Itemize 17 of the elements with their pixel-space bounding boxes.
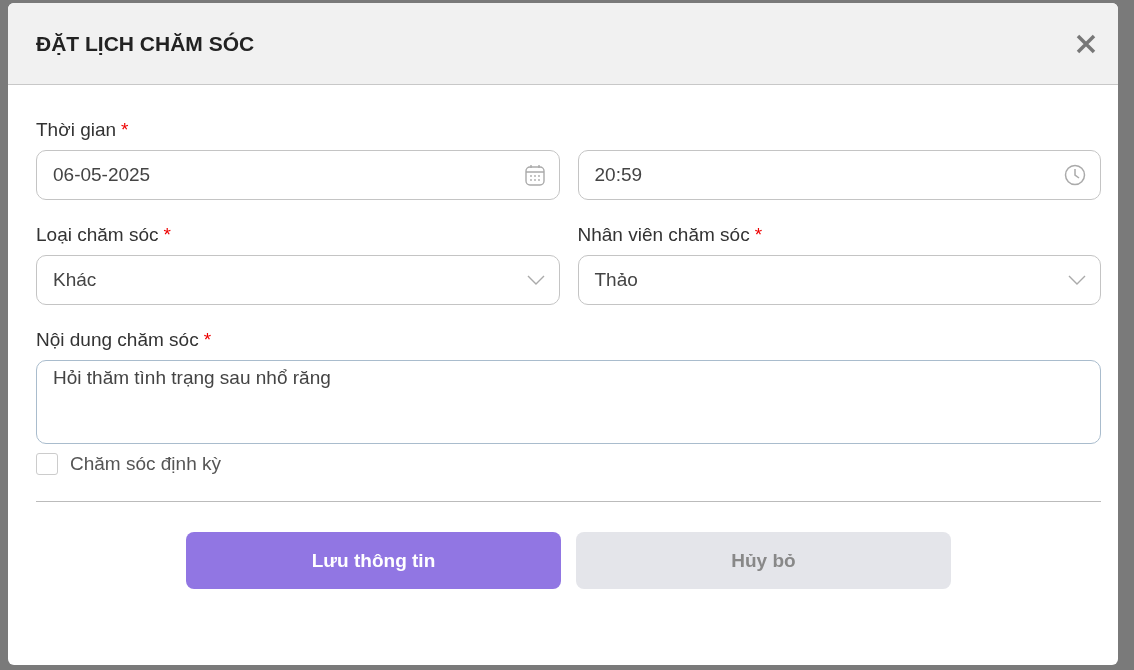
calendar-icon (524, 164, 545, 186)
dialog-title: ĐẶT LỊCH CHĂM SÓC (36, 31, 255, 56)
clock-icon (1064, 164, 1086, 186)
field-label: Nhân viên chăm sóc * (577, 224, 764, 246)
save-button[interactable]: Lưu thông tin (186, 532, 561, 589)
field-label: Nội dung chăm sóc * (36, 329, 213, 351)
chevron-down-icon (1068, 275, 1086, 285)
chevron-down-icon (526, 275, 545, 285)
time-field[interactable]: 20:59 (577, 150, 1101, 200)
text-area[interactable]: Hỏi thăm tình trạng sau nhổ răng (36, 360, 1101, 444)
field-label: Thời gian * (36, 119, 130, 141)
select-field[interactable]: Thảo (577, 255, 1101, 305)
select-field[interactable]: Khác (36, 255, 560, 305)
field-label: Loại chăm sóc * (36, 224, 172, 246)
checkbox[interactable] (36, 453, 58, 475)
checkbox-label: Chăm sóc định kỳ (70, 453, 221, 475)
date-field[interactable]: 06-05-2025 (36, 150, 560, 200)
